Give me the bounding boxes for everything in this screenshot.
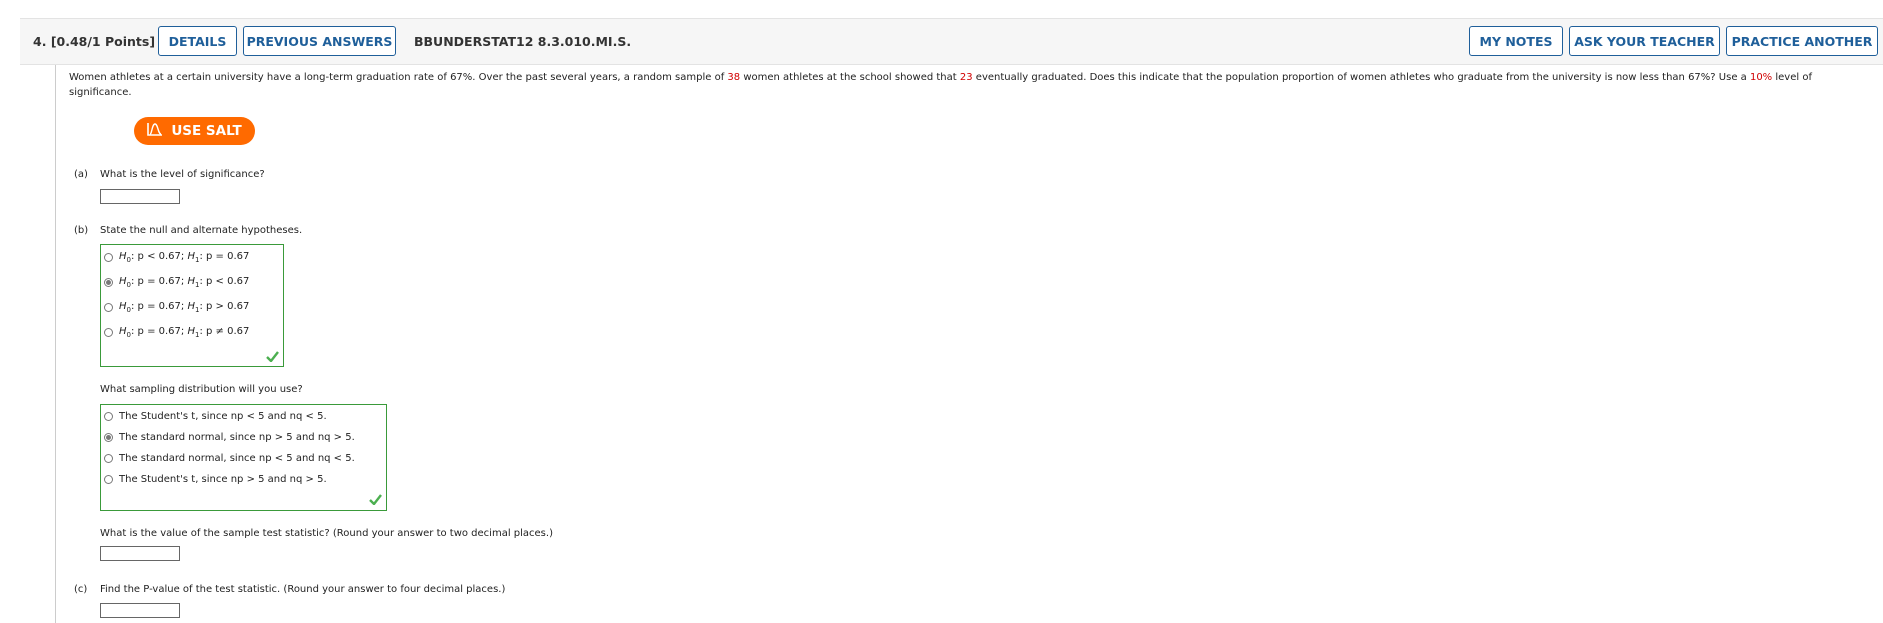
radio-button[interactable]: [104, 412, 113, 421]
part-b-question: State the null and alternate hypotheses.: [100, 225, 303, 236]
question-left-rule: [55, 65, 56, 623]
correct-check-icon: [369, 494, 382, 505]
radio-button[interactable]: [104, 475, 113, 484]
test-statistic-input[interactable]: [100, 546, 180, 561]
ask-teacher-button[interactable]: ASK YOUR TEACHER: [1569, 26, 1720, 56]
salt-icon: [147, 122, 163, 140]
hypothesis-option-3[interactable]: H0: p = 0.67; H1: p > 0.67: [104, 301, 249, 314]
problem-statement: Women athletes at a certain university h…: [69, 72, 1812, 98]
my-notes-button[interactable]: MY NOTES: [1469, 26, 1563, 56]
radio-button[interactable]: [104, 328, 113, 337]
details-button[interactable]: DETAILS: [158, 26, 237, 56]
sampling-choice-group: The Student's t, since np < 5 and nq < 5…: [100, 404, 387, 511]
part-c-question: Find the P-value of the test statistic. …: [100, 584, 506, 595]
use-salt-button[interactable]: USE SALT: [134, 117, 255, 145]
question-points: 4. [0.48/1 Points]: [33, 34, 156, 49]
graduated-value: 23: [959, 72, 973, 83]
part-a-label: (a): [74, 169, 88, 180]
radio-button[interactable]: [104, 303, 113, 312]
radio-button-selected[interactable]: [104, 278, 113, 287]
hypothesis-option-2[interactable]: H0: p = 0.67; H1: p < 0.67: [104, 276, 249, 289]
significance-value: 10%: [1749, 72, 1773, 83]
sampling-option-2[interactable]: The standard normal, since np > 5 and nq…: [104, 432, 355, 443]
correct-check-icon: [266, 351, 279, 362]
p-value-input[interactable]: [100, 603, 180, 618]
radio-button[interactable]: [104, 454, 113, 463]
question-header: 4. [0.48/1 Points] DETAILS PREVIOUS ANSW…: [20, 18, 1883, 65]
radio-button-selected[interactable]: [104, 433, 113, 442]
radio-button[interactable]: [104, 253, 113, 262]
test-statistic-question: What is the value of the sample test sta…: [100, 528, 553, 539]
part-b-label: (b): [74, 225, 89, 236]
previous-answers-button[interactable]: PREVIOUS ANSWERS: [243, 26, 396, 56]
assignment-code: BBUNDERSTAT12 8.3.010.MI.S.: [414, 34, 632, 49]
part-a-question: What is the level of significance?: [100, 169, 265, 180]
sampling-option-1[interactable]: The Student's t, since np < 5 and nq < 5…: [104, 411, 327, 422]
sampling-question: What sampling distribution will you use?: [100, 384, 303, 395]
hypothesis-option-4[interactable]: H0: p = 0.67; H1: p ≠ 0.67: [104, 326, 249, 339]
sampling-option-3[interactable]: The standard normal, since np < 5 and nq…: [104, 453, 355, 464]
sampling-option-4[interactable]: The Student's t, since np > 5 and nq > 5…: [104, 474, 327, 485]
practice-another-button[interactable]: PRACTICE ANOTHER: [1726, 26, 1878, 56]
significance-input[interactable]: [100, 189, 180, 204]
hypotheses-choice-group: H0: p < 0.67; H1: p = 0.67 H0: p = 0.67;…: [100, 244, 284, 367]
sample-size-value: 38: [727, 72, 741, 83]
hypothesis-option-1[interactable]: H0: p < 0.67; H1: p = 0.67: [104, 251, 249, 264]
part-c-label: (c): [74, 584, 88, 595]
